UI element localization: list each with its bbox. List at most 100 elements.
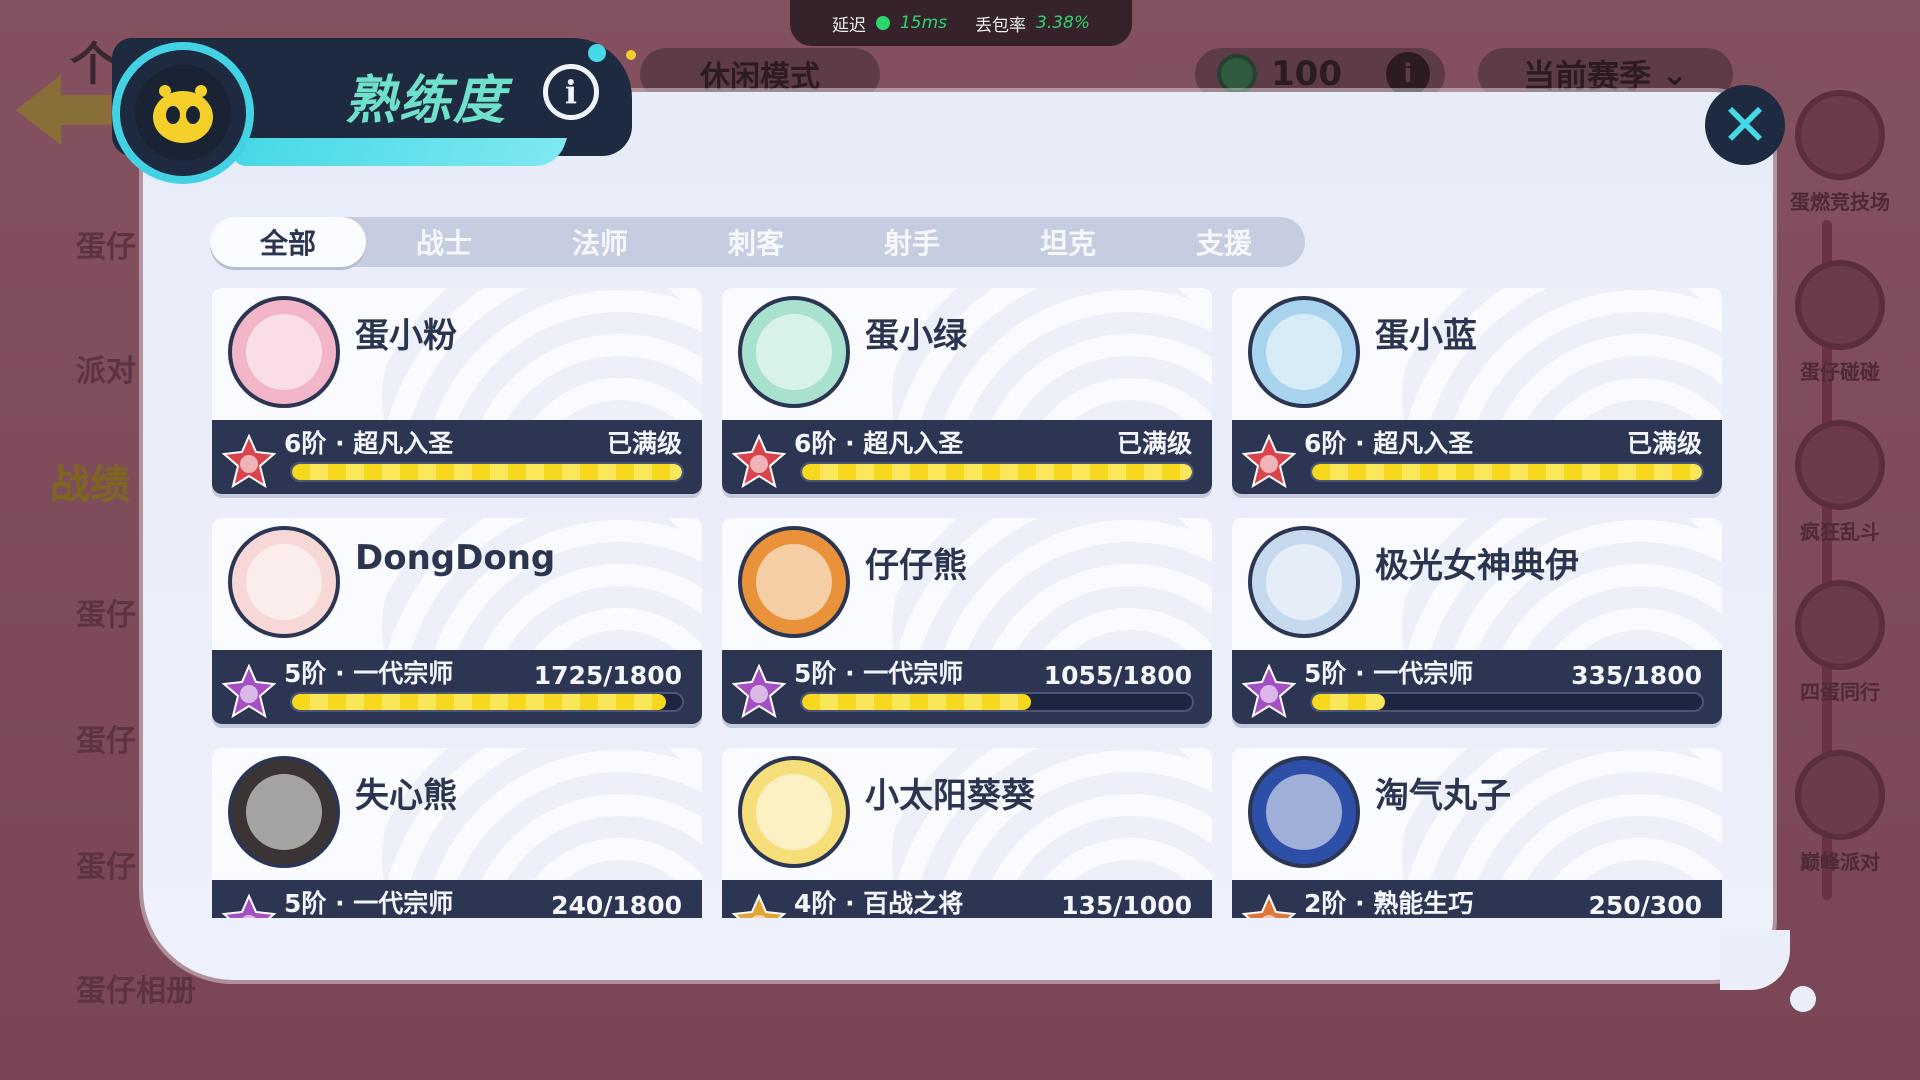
hero-grid: 蛋小粉 6阶 · 超凡入圣 已满级 蛋小绿 6阶 · 超凡入圣 已满级 蛋小蓝 … — [212, 288, 1722, 918]
packet-loss-value: 3.38% — [1036, 13, 1091, 33]
hero-name: 蛋小蓝 — [1375, 316, 1477, 356]
hero-card[interactable]: 蛋小粉 6阶 · 超凡入圣 已满级 — [212, 288, 702, 494]
bg-menu-item[interactable]: 蛋仔 — [76, 842, 136, 886]
proficiency-fill — [1312, 464, 1702, 480]
hero-rank-panel: 5阶 · 一代宗师 240/1800 — [212, 880, 702, 918]
hero-level: 1725/1800 — [533, 661, 682, 690]
hero-level: 250/300 — [1588, 891, 1702, 918]
rank-medal-icon — [731, 434, 787, 489]
proficiency-bar — [1310, 692, 1704, 712]
bg-right-item[interactable]: 疯狂乱斗 — [1780, 420, 1900, 545]
hero-name: 蛋小粉 — [355, 316, 457, 356]
role-tabs: 全部 战士 法师 刺客 射手 坦克 支援 — [210, 217, 1305, 267]
hero-level: 已满级 — [606, 429, 682, 458]
hero-level: 335/1800 — [1571, 661, 1702, 690]
hero-card[interactable]: DongDong 5阶 · 一代宗师 1725/1800 — [212, 518, 702, 724]
coin-info-icon[interactable]: i — [1385, 52, 1430, 96]
mode-icon — [1795, 90, 1885, 180]
network-status-bar: 延迟 15ms 丢包率 3.38% — [790, 0, 1132, 46]
tab-0[interactable]: 全部 — [210, 217, 366, 267]
rank-medal-icon — [731, 894, 787, 918]
bg-menu-item[interactable]: 蛋仔 — [76, 222, 136, 266]
proficiency-bar — [800, 462, 1194, 482]
hero-rank: 6阶 · 超凡入圣 — [794, 429, 964, 458]
bg-right-item[interactable]: 蛋仔碰碰 — [1780, 260, 1900, 385]
hero-card[interactable]: 极光女神典伊 5阶 · 一代宗师 335/1800 — [1232, 518, 1722, 724]
season-label: 当前赛季 — [1523, 57, 1652, 95]
proficiency-fill — [802, 694, 1031, 710]
hero-rank-panel: 5阶 · 一代宗师 1055/1800 — [722, 650, 1212, 724]
bg-right-item[interactable]: 四蛋同行 — [1780, 580, 1900, 705]
rank-medal-icon — [221, 434, 277, 489]
hero-card[interactable]: 淘气丸子 2阶 · 熟能生巧 250/300 — [1232, 748, 1722, 918]
hero-rank-panel: 5阶 · 一代宗师 335/1800 — [1232, 650, 1722, 724]
hero-card[interactable]: 小太阳葵葵 4阶 · 百战之将 135/1000 — [722, 748, 1212, 918]
hero-avatar — [228, 296, 340, 408]
bg-menu-item[interactable]: 派对 — [76, 346, 136, 390]
tab-5[interactable]: 坦克 — [990, 217, 1146, 267]
hero-card[interactable]: 失心熊 5阶 · 一代宗师 240/1800 — [212, 748, 702, 918]
bg-menu-item[interactable]: 蛋仔相册 — [76, 966, 196, 1010]
tab-3[interactable]: 刺客 — [678, 217, 834, 267]
hero-name: 极光女神典伊 — [1375, 546, 1579, 586]
hero-rank: 2阶 · 熟能生巧 — [1304, 889, 1474, 918]
hero-avatar — [228, 756, 340, 868]
bg-right-item[interactable]: 蛋燃竞技场 — [1780, 90, 1900, 215]
hero-level: 240/1800 — [551, 891, 682, 918]
hero-card[interactable]: 仔仔熊 5阶 · 一代宗师 1055/1800 — [722, 518, 1212, 724]
chevron-down-icon: ⌄ — [1661, 55, 1688, 93]
hero-avatar — [738, 296, 850, 408]
hero-avatar — [1248, 296, 1360, 408]
bg-menu-item[interactable]: 蛋仔 — [76, 590, 136, 634]
hero-avatar — [738, 526, 850, 638]
mode-icon — [1795, 580, 1885, 670]
mode-icon — [1795, 260, 1885, 350]
hero-name: 淘气丸子 — [1375, 776, 1511, 816]
proficiency-fill — [292, 464, 682, 480]
latency-dot-icon — [875, 16, 890, 30]
hero-rank: 6阶 · 超凡入圣 — [284, 429, 454, 458]
mode-icon — [1795, 750, 1885, 840]
bg-menu-item[interactable]: 蛋仔 — [76, 716, 136, 760]
close-icon[interactable]: ✕ — [1705, 85, 1785, 165]
bg-menu-item-active[interactable]: 战绩 — [50, 452, 130, 510]
tab-1[interactable]: 战士 — [366, 217, 522, 267]
hero-name: 仔仔熊 — [865, 546, 967, 586]
modal-title: 熟练度 — [345, 71, 508, 131]
rank-medal-icon — [731, 664, 787, 719]
hero-avatar — [1248, 526, 1360, 638]
hero-rank-panel: 2阶 · 熟能生巧 250/300 — [1232, 880, 1722, 918]
hero-avatar — [738, 756, 850, 868]
hero-rank: 5阶 · 一代宗师 — [284, 659, 454, 688]
latency-value: 15ms — [899, 13, 948, 33]
title-stripe — [226, 138, 568, 166]
rank-medal-icon — [221, 664, 277, 719]
tab-6[interactable]: 支援 — [1146, 217, 1302, 267]
hero-name: 蛋小绿 — [865, 316, 967, 356]
rank-medal-icon — [1241, 434, 1297, 489]
rank-medal-icon — [1241, 894, 1297, 918]
rank-medal-icon — [221, 894, 277, 918]
packet-loss-label: 丢包率 — [975, 15, 1027, 36]
hero-rank: 6阶 · 超凡入圣 — [1304, 429, 1474, 458]
hero-rank-panel: 4阶 · 百战之将 135/1000 — [722, 880, 1212, 918]
proficiency-bar — [290, 692, 684, 712]
modal-tail-dot — [1790, 986, 1816, 1012]
latency-label: 延迟 — [831, 15, 866, 36]
hero-name: 失心熊 — [355, 776, 457, 816]
bg-right-menu: 蛋燃竞技场 蛋仔碰碰 疯狂乱斗 四蛋同行 巅峰派对 — [1760, 90, 1920, 890]
proficiency-fill — [802, 464, 1192, 480]
hero-avatar — [228, 526, 340, 638]
hero-rank-panel: 6阶 · 超凡入圣 已满级 — [722, 420, 1212, 494]
hero-card[interactable]: 蛋小蓝 6阶 · 超凡入圣 已满级 — [1232, 288, 1722, 494]
info-icon[interactable]: i — [543, 64, 599, 120]
hero-level: 1055/1800 — [1043, 661, 1192, 690]
tab-4[interactable]: 射手 — [834, 217, 990, 267]
bg-right-item[interactable]: 巅峰派对 — [1780, 750, 1900, 875]
hero-rank-panel: 5阶 · 一代宗师 1725/1800 — [212, 650, 702, 724]
proficiency-bar — [290, 462, 684, 482]
tab-2[interactable]: 法师 — [522, 217, 678, 267]
hero-card[interactable]: 蛋小绿 6阶 · 超凡入圣 已满级 — [722, 288, 1212, 494]
hero-rank-panel: 6阶 · 超凡入圣 已满级 — [1232, 420, 1722, 494]
coin-icon — [1217, 54, 1257, 94]
